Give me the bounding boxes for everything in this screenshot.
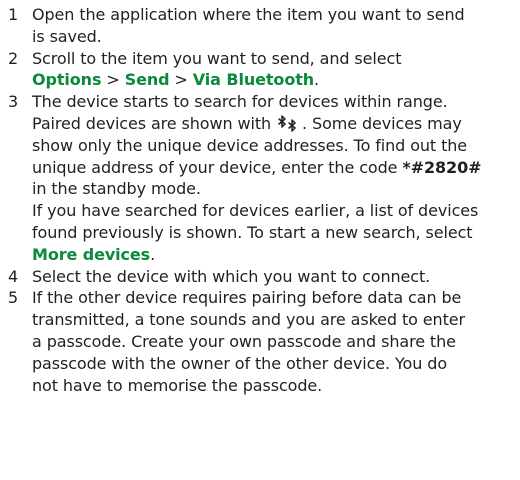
step-3: 3 The device starts to search for device… [8, 91, 514, 265]
step-2: 2 Scroll to the item you want to send, a… [8, 48, 514, 92]
text-line: unique address of your device, enter the… [32, 157, 514, 179]
step-text: Scroll to the item you want to send, and… [32, 48, 514, 92]
menu-separator: > [169, 70, 193, 90]
text-line: If the other device requires pairing bef… [32, 288, 462, 308]
more-devices-line: More devices. [32, 244, 514, 266]
text-line: not have to memorise the passcode. [32, 375, 323, 395]
step-number: 2 [8, 48, 19, 68]
step-list: 1 Open the application where the item yo… [8, 4, 514, 396]
step-number: 4 [8, 266, 19, 286]
menu-via-bluetooth-label: Via Bluetooth [192, 70, 315, 90]
menu-options-label: Options [32, 70, 102, 90]
device-address-code: *#2820# [402, 157, 482, 177]
step-5: 5 If the other device requires pairing b… [8, 287, 514, 396]
manual-page: 1 Open the application where the item yo… [0, 0, 520, 480]
more-devices-label: More devices [32, 244, 151, 264]
text-line: in the standby mode. [32, 179, 201, 199]
step-text: Open the application where the item you … [32, 4, 514, 48]
step-number: 5 [8, 288, 19, 308]
text-line: is saved. [32, 26, 102, 46]
step-text: The device starts to search for devices … [32, 91, 514, 265]
text-line: a passcode. Create your own passcode and… [32, 331, 456, 351]
text-fragment: Paired devices are shown with [32, 113, 277, 133]
text-line: passcode with the owner of the other dev… [32, 353, 448, 373]
text-line: found previously is shown. To start a ne… [32, 222, 473, 242]
menu-send-label: Send [124, 70, 170, 90]
text-line: Scroll to the item you want to send, and… [32, 48, 402, 68]
sentence-end: . [150, 244, 156, 264]
step-text: If the other device requires pairing bef… [32, 287, 514, 396]
text-line: Paired devices are shown with . Some dev… [32, 113, 514, 135]
step-1: 1 Open the application where the item yo… [8, 4, 514, 48]
text-line: Select the device with which you want to… [32, 266, 431, 286]
step-number: 3 [8, 92, 19, 112]
text-fragment: . Some devices may [302, 113, 462, 133]
bluetooth-paired-icon [277, 115, 301, 132]
sentence-end: . [314, 70, 320, 90]
step-4: 4 Select the device with which you want … [8, 266, 514, 288]
step-number: 1 [8, 5, 19, 24]
menu-path-line: Options > Send > Via Bluetooth. [32, 69, 514, 91]
text-line: transmitted, a tone sounds and you are a… [32, 310, 465, 330]
text-line: The device starts to search for devices … [32, 92, 448, 112]
text-line: show only the unique device addresses. T… [32, 135, 468, 155]
text-line: Open the application where the item you … [32, 5, 465, 24]
menu-separator: > [101, 70, 125, 90]
text-line: If you have searched for devices earlier… [32, 201, 479, 221]
text-fragment: unique address of your device, enter the… [32, 157, 403, 177]
step-text: Select the device with which you want to… [32, 266, 514, 288]
